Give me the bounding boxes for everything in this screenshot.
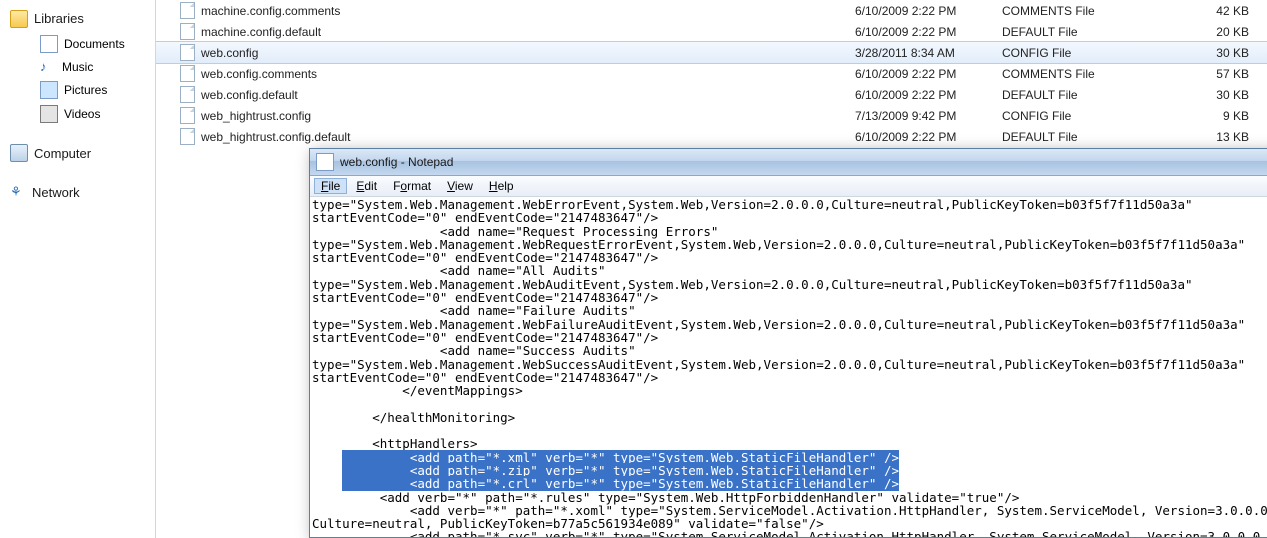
menu-help[interactable]: Help [482, 178, 521, 194]
menu-format[interactable]: Format [386, 178, 438, 194]
notepad-window: web.config - Notepad ▁ ▢ ✕ File Edit For… [309, 148, 1267, 538]
file-date: 6/10/2009 2:22 PM [849, 21, 996, 42]
file-list: machine.config.comments 6/10/2009 2:22 PM… [156, 0, 1267, 147]
notepad-icon [316, 153, 334, 171]
file-icon [180, 128, 195, 145]
file-name: web.config.default [201, 88, 298, 102]
file-icon [180, 23, 195, 40]
file-type: DEFAULT File [996, 21, 1163, 42]
file-type: DEFAULT File [996, 126, 1163, 147]
videos-icon [40, 105, 58, 123]
file-date: 6/10/2009 2:22 PM [849, 0, 996, 21]
explorer-main: machine.config.comments 6/10/2009 2:22 PM… [156, 0, 1267, 538]
nav-label: Music [62, 60, 93, 74]
nav-label: Videos [64, 107, 100, 121]
file-row[interactable]: machine.config.default 6/10/2009 2:22 PMD… [156, 21, 1267, 42]
file-size: 13 KB [1163, 126, 1267, 147]
file-size: 30 KB [1163, 42, 1267, 63]
file-type: CONFIG File [996, 105, 1163, 126]
menu-view[interactable]: View [440, 178, 480, 194]
file-icon [180, 2, 195, 19]
window-title: web.config - Notepad [340, 155, 1267, 169]
file-type: COMMENTS File [996, 0, 1163, 21]
file-type: CONFIG File [996, 42, 1163, 63]
file-size: 9 KB [1163, 105, 1267, 126]
nav-network[interactable]: ⚘ Network [0, 180, 155, 204]
document-icon [40, 35, 58, 53]
file-size: 20 KB [1163, 21, 1267, 42]
network-icon: ⚘ [10, 184, 26, 200]
file-name: machine.config.default [201, 25, 321, 39]
file-row[interactable]: web.config 3/28/2011 8:34 AMCONFIG File30… [156, 42, 1267, 63]
file-icon [180, 107, 195, 124]
file-name: web_hightrust.config [201, 109, 311, 123]
file-size: 57 KB [1163, 63, 1267, 84]
file-row[interactable]: web.config.default 6/10/2009 2:22 PMDEFAU… [156, 84, 1267, 105]
nav-label: Documents [64, 37, 125, 51]
file-type: COMMENTS File [996, 63, 1163, 84]
file-name: machine.config.comments [201, 4, 340, 18]
file-row[interactable]: web_hightrust.config.default 6/10/2009 2:… [156, 126, 1267, 147]
file-name: web.config [201, 46, 258, 60]
file-icon [180, 65, 195, 82]
file-type: DEFAULT File [996, 84, 1163, 105]
file-date: 6/10/2009 2:22 PM [849, 63, 996, 84]
nav-pictures[interactable]: Pictures [0, 78, 155, 102]
file-date: 3/28/2011 8:34 AM [849, 42, 996, 63]
file-name: web.config.comments [201, 67, 317, 81]
menu-file[interactable]: File [314, 178, 347, 194]
nav-videos[interactable]: Videos [0, 102, 155, 126]
computer-icon [10, 144, 28, 162]
nav-computer[interactable]: Computer [0, 140, 155, 166]
menu-edit[interactable]: Edit [349, 178, 384, 194]
file-date: 7/13/2009 9:42 PM [849, 105, 996, 126]
computer-label: Computer [34, 146, 91, 161]
file-size: 30 KB [1163, 84, 1267, 105]
file-icon [180, 44, 195, 61]
nav-music[interactable]: ♪ Music [0, 56, 155, 78]
file-icon [180, 86, 195, 103]
network-label: Network [32, 185, 80, 200]
nav-libraries[interactable]: Libraries [0, 4, 155, 32]
nav-label: Pictures [64, 83, 107, 97]
file-row[interactable]: web_hightrust.config 7/13/2009 9:42 PMCON… [156, 105, 1267, 126]
file-date: 6/10/2009 2:22 PM [849, 126, 996, 147]
nav-documents[interactable]: Documents [0, 32, 155, 56]
libraries-icon [10, 10, 28, 28]
file-name: web_hightrust.config.default [201, 130, 350, 144]
pictures-icon [40, 81, 58, 99]
notepad-titlebar[interactable]: web.config - Notepad ▁ ▢ ✕ [310, 149, 1267, 176]
file-date: 6/10/2009 2:22 PM [849, 84, 996, 105]
notepad-menubar: File Edit Format View Help [310, 176, 1267, 197]
music-icon: ♪ [40, 59, 56, 75]
notepad-body: type="System.Web.Management.WebErrorEven… [310, 197, 1267, 537]
notepad-text[interactable]: type="System.Web.Management.WebErrorEven… [310, 197, 1267, 537]
file-row[interactable]: web.config.comments 6/10/2009 2:22 PMCOMM… [156, 63, 1267, 84]
sidebar: Libraries Documents ♪ Music Pictures Vid… [0, 0, 156, 538]
file-size: 42 KB [1163, 0, 1267, 21]
file-row[interactable]: machine.config.comments 6/10/2009 2:22 PM… [156, 0, 1267, 21]
libraries-label: Libraries [34, 11, 84, 26]
